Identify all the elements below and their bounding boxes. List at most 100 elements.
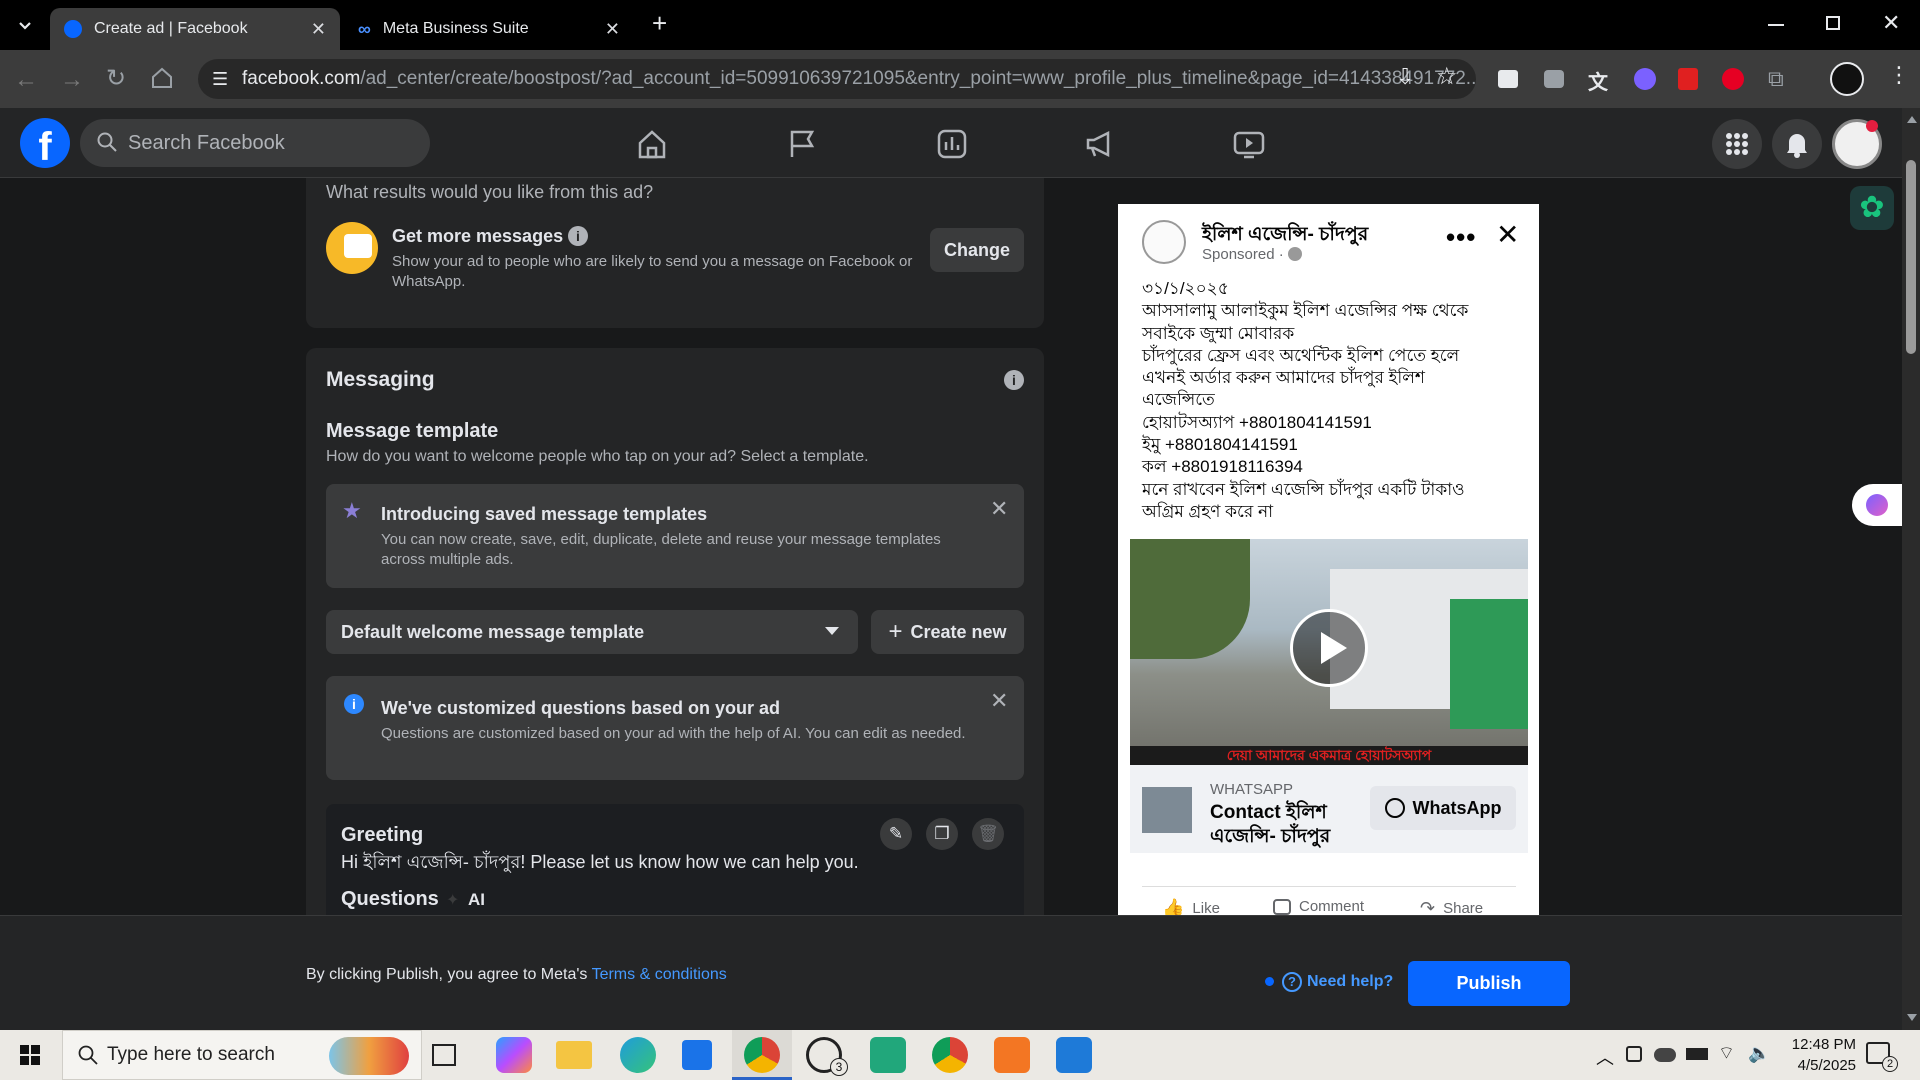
share-action[interactable]: ↷ Share	[1420, 898, 1483, 915]
page-scrollbar[interactable]	[1902, 108, 1920, 1030]
wifi-icon[interactable]: ⌔	[1718, 1042, 1735, 1065]
notifications-bell-button[interactable]	[1772, 119, 1822, 169]
pinterest-extension-icon[interactable]	[1722, 68, 1744, 90]
windows-start-icon[interactable]	[20, 1045, 40, 1065]
whatsapp-badge: 3	[830, 1058, 848, 1076]
taskbar-search-box[interactable]: Type here to search	[62, 1030, 422, 1080]
duplicate-icon[interactable]: ❐	[926, 818, 958, 850]
facebook-search-input[interactable]: Search Facebook	[80, 119, 430, 167]
create-new-label: Create new	[910, 621, 1007, 642]
menu-grid-button[interactable]	[1712, 119, 1762, 169]
create-new-template-button[interactable]: + Create new	[871, 610, 1024, 654]
saved-templates-banner: ★ Introducing saved message templates Yo…	[326, 484, 1024, 588]
edge-browser-icon[interactable]	[620, 1037, 656, 1073]
vscode-icon[interactable]	[1056, 1037, 1092, 1073]
clock-date[interactable]: 4/5/2025	[1772, 1057, 1856, 1074]
publish-button[interactable]: Publish	[1408, 961, 1570, 1006]
notification-count: 2	[1882, 1056, 1898, 1072]
close-tab-icon[interactable]: ✕	[605, 19, 620, 40]
insights-chart-icon[interactable]	[935, 127, 969, 161]
like-action[interactable]: 👍 Like	[1162, 898, 1220, 915]
meet-now-icon[interactable]	[1626, 1046, 1642, 1062]
facebook-logo-icon[interactable]: f	[20, 118, 70, 168]
copilot-icon[interactable]	[496, 1037, 532, 1073]
media-extension-icon[interactable]	[1634, 68, 1656, 90]
minimize-window-icon[interactable]	[1768, 24, 1784, 26]
ai-label: AI	[468, 890, 485, 909]
edit-pencil-icon[interactable]: ✎	[880, 818, 912, 850]
new-tab-button[interactable]: +	[652, 8, 667, 39]
ad-preview: ইলিশ এজেন্সি- চাঁদপুর Sponsored · ••• ✕ …	[1118, 204, 1539, 915]
pdf-extension-icon[interactable]	[1678, 68, 1698, 90]
close-banner-icon[interactable]: ✕	[990, 496, 1008, 522]
page-avatar	[1142, 220, 1186, 264]
back-arrow-icon[interactable]: ←	[14, 66, 38, 94]
template-dropdown[interactable]: Default welcome message template	[326, 610, 858, 654]
agree-text: By clicking Publish, you agree to Meta's	[306, 966, 592, 983]
need-help-link[interactable]: ? Need help?	[1282, 972, 1393, 992]
extensions-puzzle-icon[interactable]: ⧉	[1768, 66, 1794, 92]
tab-meta-business-suite[interactable]: ∞ Meta Business Suite ✕	[344, 8, 634, 50]
banner-title: We've customized questions based on your…	[381, 698, 781, 718]
home-icon[interactable]	[150, 66, 174, 90]
notification-dot-icon	[1866, 120, 1878, 132]
close-window-icon[interactable]: ✕	[1882, 10, 1900, 36]
terms-link[interactable]: Terms & conditions	[592, 966, 727, 983]
sparkle-star-icon: ★	[342, 498, 362, 523]
reload-icon[interactable]: ↻	[106, 64, 126, 93]
site-settings-icon[interactable]: ☰	[212, 69, 228, 90]
pages-flag-icon[interactable]	[785, 127, 819, 161]
profile-avatar[interactable]	[1830, 62, 1864, 96]
whatsapp-cta-button[interactable]: WhatsApp	[1370, 786, 1516, 830]
change-goal-button[interactable]: Change	[930, 228, 1024, 272]
close-preview-icon[interactable]: ✕	[1496, 218, 1519, 251]
info-icon[interactable]: i	[568, 226, 588, 246]
delete-trash-icon[interactable]: 🗑	[972, 818, 1004, 850]
tab-title: Create ad | Facebook	[94, 20, 248, 37]
reading-list-icon[interactable]	[1498, 70, 1518, 88]
scroll-up-arrow-icon[interactable]	[1907, 116, 1917, 123]
bookmark-star-icon[interactable]: ☆	[1436, 62, 1458, 91]
scroll-thumb[interactable]	[1906, 160, 1916, 354]
chatgpt-extension-icon[interactable]: ✿	[1850, 186, 1894, 230]
address-bar[interactable]: ☰ facebook.com /ad_center/create/boostpo…	[198, 59, 1476, 99]
xampp-icon[interactable]	[994, 1037, 1030, 1073]
task-view-icon[interactable]	[432, 1044, 456, 1066]
forward-arrow-icon[interactable]: →	[60, 66, 84, 94]
like-label: Like	[1192, 900, 1220, 915]
chrome-profile-icon[interactable]	[932, 1037, 968, 1073]
onedrive-icon[interactable]	[1654, 1048, 1676, 1062]
translate-extension-icon[interactable]: 文	[1588, 66, 1614, 94]
ads-megaphone-icon[interactable]	[1083, 127, 1117, 161]
messaging-card: Messaging i Message template How do you …	[306, 348, 1044, 915]
template-description: How do you want to welcome people who ta…	[326, 448, 869, 465]
tab-create-ad[interactable]: Create ad | Facebook ✕	[50, 8, 340, 50]
browser-menu-icon[interactable]: ⋮	[1888, 62, 1910, 88]
video-play-icon[interactable]	[1232, 127, 1266, 161]
cta-button-label: WhatsApp	[1412, 797, 1502, 818]
file-explorer-icon[interactable]	[556, 1041, 592, 1069]
ai-assistant-side-button[interactable]	[1852, 484, 1902, 526]
clock-time[interactable]: 12:48 PM	[1782, 1036, 1856, 1053]
pycharm-icon[interactable]	[870, 1037, 906, 1073]
volume-icon[interactable]: 🔈	[1748, 1043, 1770, 1064]
comment-action[interactable]: Comment	[1273, 898, 1364, 915]
tab-search-dropdown-icon[interactable]	[14, 14, 36, 36]
scroll-down-arrow-icon[interactable]	[1907, 1014, 1917, 1021]
video-thumbnail[interactable]: দেয়া আমাদের একমাত্র হোয়াটসঅ্যাপ	[1130, 539, 1528, 765]
tray-chevron-icon[interactable]: ︿	[1596, 1044, 1614, 1070]
home-nav-icon[interactable]	[635, 127, 669, 161]
close-tab-icon[interactable]: ✕	[311, 19, 326, 40]
close-banner-icon[interactable]: ✕	[990, 688, 1008, 714]
plus-icon: +	[888, 618, 903, 645]
browser-toolbar: ← → ↻ ☰ facebook.com /ad_center/create/b…	[0, 50, 1920, 108]
play-button-icon[interactable]	[1290, 609, 1368, 687]
install-app-icon[interactable]: ⇩	[1396, 64, 1414, 90]
messaging-info-icon[interactable]: i	[1004, 370, 1024, 390]
restore-window-icon[interactable]	[1826, 16, 1840, 30]
battery-icon[interactable]	[1686, 1048, 1708, 1060]
extension-icon[interactable]	[1544, 70, 1564, 88]
chrome-taskbar-icon[interactable]	[744, 1037, 780, 1073]
more-options-icon[interactable]: •••	[1446, 222, 1476, 253]
microsoft-store-icon[interactable]	[682, 1040, 712, 1070]
